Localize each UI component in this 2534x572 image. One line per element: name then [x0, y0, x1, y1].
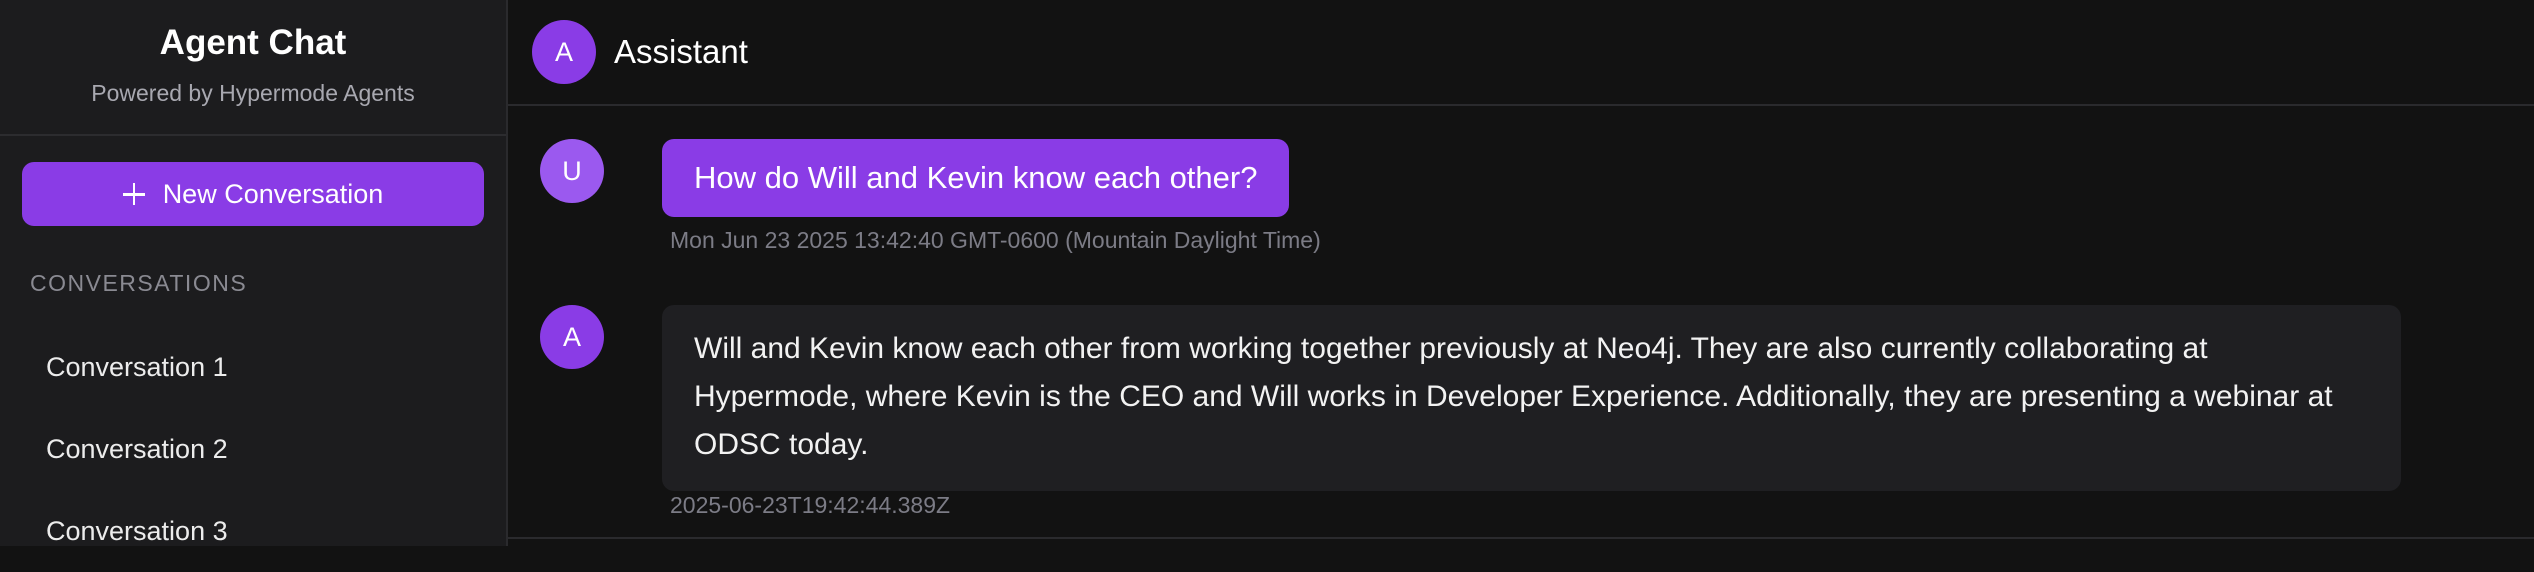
new-conversation-button[interactable]: New Conversation	[22, 162, 484, 226]
new-conversation-label: New Conversation	[162, 178, 384, 209]
assistant-message-bubble: Will and Kevin know each other from work…	[662, 305, 2401, 491]
plus-icon	[122, 183, 145, 205]
assistant-message-timestamp: 2025-06-23T19:42:44.389Z	[670, 492, 951, 518]
sidebar-header: Agent Chat Powered by Hypermode Agents	[0, 0, 506, 136]
chat-panel: A Assistant U How do Will and Kevin know…	[508, 0, 2534, 546]
sidebar: Agent Chat Powered by Hypermode Agents N…	[0, 0, 508, 546]
user-message-bubble: How do Will and Kevin know each other?	[662, 139, 1290, 217]
assistant-message-avatar: A	[540, 305, 604, 369]
input-divider	[508, 537, 2534, 539]
app-title: Agent Chat	[159, 23, 347, 62]
conversation-item-2[interactable]: Conversation 2	[0, 408, 506, 490]
conversation-item-3[interactable]: Conversation 3	[0, 490, 506, 572]
chat-title: Assistant	[614, 33, 748, 70]
user-avatar: U	[540, 139, 604, 203]
assistant-avatar: A	[532, 20, 596, 84]
app-subtitle: Powered by Hypermode Agents	[91, 80, 415, 106]
conversation-item-1[interactable]: Conversation 1	[0, 326, 506, 408]
user-message-timestamp: Mon Jun 23 2025 13:42:40 GMT-0600 (Mount…	[670, 227, 1321, 253]
conversation-list: Conversation 1 Conversation 2 Conversati…	[0, 326, 506, 572]
conversations-section-label: CONVERSATIONS	[30, 270, 248, 296]
chat-header: A Assistant	[508, 0, 2534, 106]
app-window: Agent Chat Powered by Hypermode Agents N…	[0, 0, 2534, 546]
